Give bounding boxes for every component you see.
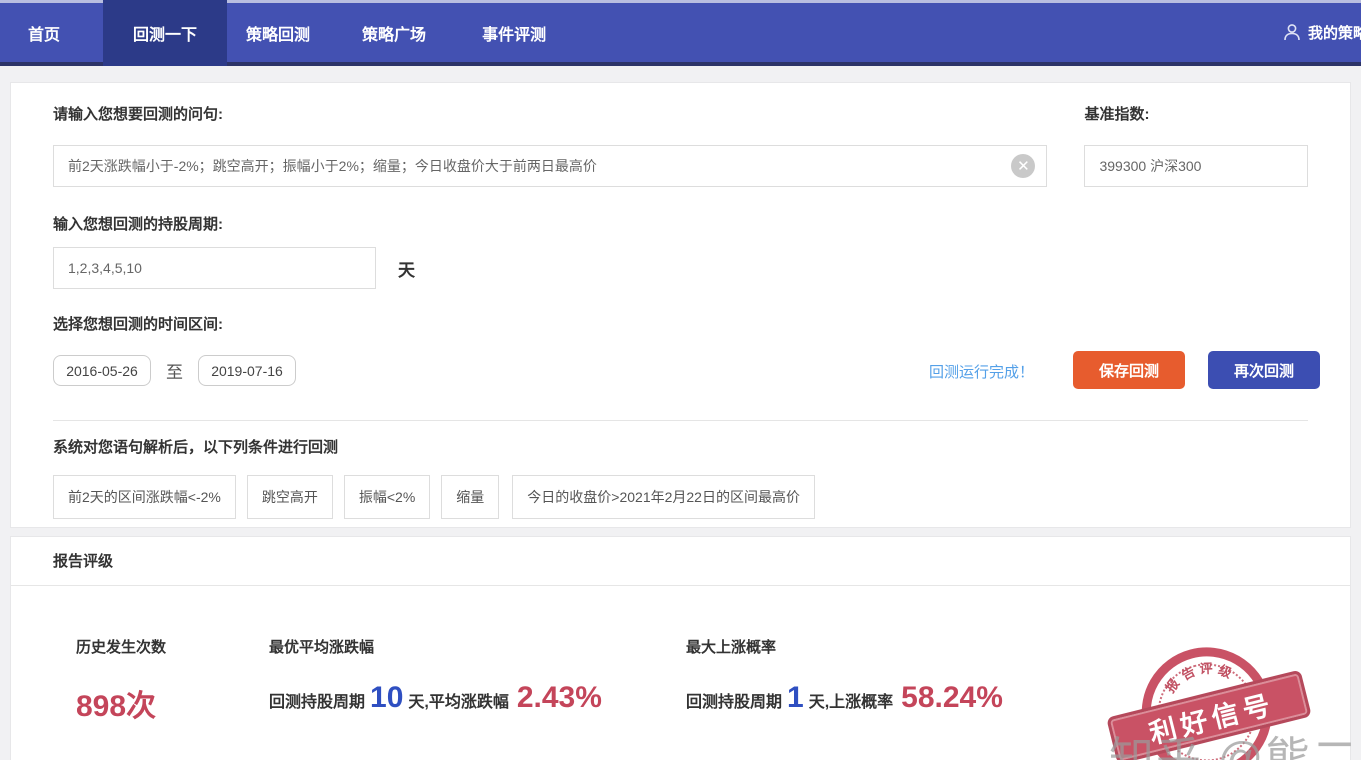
stat-best-avg-change: 最优平均涨跌幅 回测持股周期 10 天,平均涨跌幅 2.43%	[269, 636, 602, 715]
stamp-arc-char: 级	[1214, 659, 1236, 683]
end-date-input[interactable]	[198, 355, 296, 386]
stamp-banner-text: 利好信号	[1140, 682, 1278, 752]
stamp-arc-char: 评	[1198, 658, 1215, 678]
save-backtest-button[interactable]: 保存回测	[1073, 351, 1185, 389]
rating-stamp: 报 告 评 级 利好信号	[1116, 624, 1302, 760]
stamp-arc-char: 报	[1159, 673, 1184, 697]
condition-chip: 跳空高开	[247, 475, 333, 519]
stat-occurrences: 历史发生次数 898次	[76, 636, 166, 725]
backtest-form-panel: 请输入您想要回测的问句: ✕ 基准指数: 输入您想回测的持股周期: 天 选择您想…	[10, 82, 1351, 528]
stamp-banner: 利好信号	[1106, 670, 1312, 760]
stamp-dotted-ring-icon	[1147, 652, 1267, 760]
stat-holding-prefix: 回测持股周期	[269, 688, 365, 712]
stat-occurrences-value: 898次	[76, 681, 156, 725]
condition-chip: 缩量	[441, 475, 499, 519]
my-strategy-link[interactable]: 我的策略	[1283, 3, 1361, 62]
period-input[interactable]	[53, 247, 376, 289]
date-separator-label: 至	[166, 358, 183, 383]
backtest-status-text: 回测运行完成！	[929, 361, 1034, 382]
report-rating-panel: 报告评级 历史发生次数 898次 最优平均涨跌幅 回测持股周期 10 天,平均涨…	[10, 536, 1351, 760]
nav-item-strategy-square[interactable]: 策略广场	[362, 3, 426, 62]
stat-up-probability-text: 天,上涨概率	[809, 688, 893, 712]
stat-up-probability-value: 58.24%	[901, 681, 1003, 715]
nav-item-home[interactable]: 首页	[28, 3, 60, 62]
stat-avg-change-text: 天,平均涨跌幅	[408, 688, 508, 712]
stat-holding-days: 1	[787, 681, 804, 715]
user-icon	[1283, 23, 1301, 42]
stat-occurrences-label: 历史发生次数	[76, 636, 166, 657]
period-label: 输入您想回测的持股周期:	[53, 215, 1308, 235]
rerun-backtest-button[interactable]: 再次回测	[1208, 351, 1320, 389]
stamp-outer-ring-icon	[1127, 633, 1286, 760]
condition-chips: 前2天的区间涨跌幅<-2% 跳空高开 振幅<2% 缩量 今日的收盘价>2021年…	[53, 475, 1308, 519]
period-unit-label: 天	[398, 256, 415, 281]
condition-chip: 振幅<2%	[344, 475, 430, 519]
nav-item-strategy-backtest[interactable]: 策略回测	[246, 3, 310, 62]
query-label: 请输入您想要回测的问句:	[53, 105, 1047, 125]
parsed-conditions-heading: 系统对您语句解析后，以下列条件进行回测	[53, 438, 1308, 458]
condition-chip: 前2天的区间涨跌幅<-2%	[53, 475, 236, 519]
benchmark-input[interactable]	[1084, 145, 1308, 187]
start-date-input[interactable]	[53, 355, 151, 386]
date-range-label: 选择您想回测的时间区间:	[53, 315, 1308, 335]
query-input[interactable]	[53, 145, 1047, 187]
stat-holding-days: 10	[370, 681, 403, 715]
watermark-text: 知乎 @熊二	[1109, 722, 1359, 760]
stat-max-up-probability-label: 最大上涨概率	[686, 636, 1003, 657]
top-nav: 首页 回测一下 策略回测 策略广场 事件评测 我的策略	[0, 0, 1361, 66]
stat-avg-change-value: 2.43%	[517, 681, 602, 715]
nav-item-event-eval[interactable]: 事件评测	[482, 3, 546, 62]
stat-best-avg-change-label: 最优平均涨跌幅	[269, 636, 602, 657]
condition-chip: 今日的收盘价>2021年2月22日的区间最高价	[512, 475, 815, 519]
form-divider	[53, 420, 1308, 421]
stamp-arc-char: 告	[1176, 660, 1199, 684]
report-stats: 历史发生次数 898次 最优平均涨跌幅 回测持股周期 10 天,平均涨跌幅 2.…	[11, 586, 1350, 760]
nav-item-backtest[interactable]: 回测一下	[103, 0, 227, 66]
report-rating-title: 报告评级	[11, 537, 1350, 586]
stat-holding-prefix: 回测持股周期	[686, 688, 782, 712]
my-strategy-label: 我的策略	[1308, 22, 1361, 43]
benchmark-label: 基准指数:	[1084, 105, 1308, 125]
stat-max-up-probability: 最大上涨概率 回测持股周期 1 天,上涨概率 58.24%	[686, 636, 1003, 715]
